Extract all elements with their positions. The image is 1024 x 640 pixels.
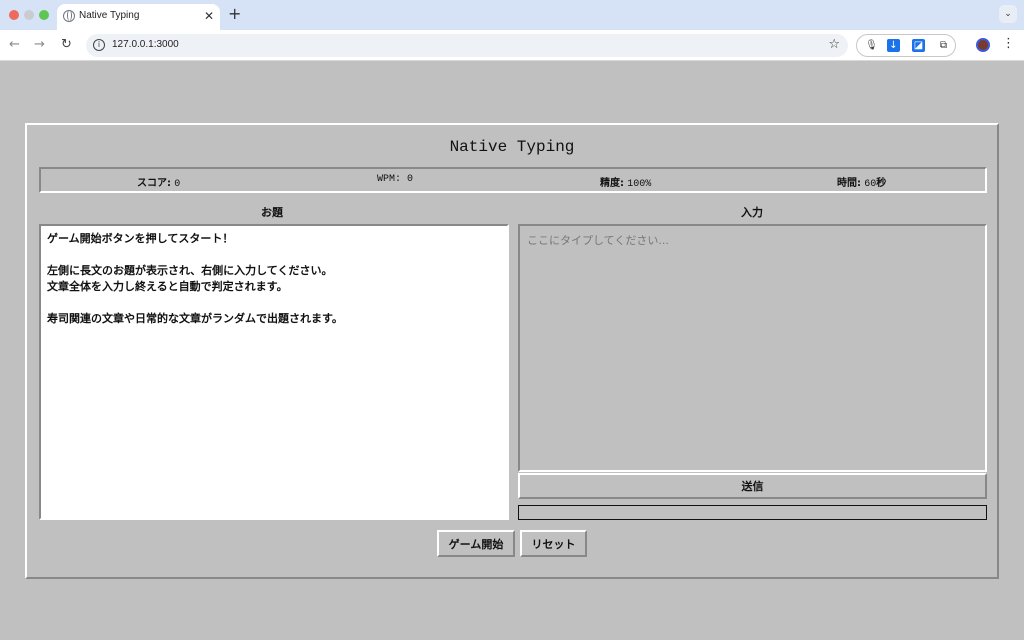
prompt-line [47,247,501,263]
chevron-down-icon[interactable]: ⌄ [999,5,1017,23]
time-unit: 秒 [876,178,887,189]
back-arrow-icon[interactable]: ← [9,37,20,53]
input-heading: 入力 [741,206,763,219]
close-tab-icon[interactable]: ✕ [204,8,214,24]
score-value: 0 [174,179,181,190]
time-stat: 時間: 60秒 [837,174,886,190]
profile-avatar[interactable] [976,38,990,52]
prompt-line: ゲーム開始ボタンを押してスタート！ [47,232,234,245]
prompt-line [47,295,501,311]
typing-app-window: Native Typing スコア: 0 WPM: 0 精度: 100% 時間:… [25,123,999,579]
browser-tab-bar: Native Typing ✕ + ⌄ [0,0,1024,30]
bookmark-star-icon[interactable]: ☆ [828,37,840,53]
app-title: Native Typing [449,138,575,156]
submit-button[interactable]: 送信 [518,473,987,499]
puzzle-icon[interactable]: ⧉ [937,39,950,52]
accuracy-stat: 精度: 100% [600,174,651,190]
accuracy-value: 100% [627,179,652,190]
browser-toolbar: ← → ↻ i 127.0.0.1:3000 ☆ 🎙 ↓ ◪ ⧉ [0,30,1024,61]
reload-icon[interactable]: ↻ [61,37,72,53]
microphone-icon[interactable]: 🎙 [865,39,878,52]
stats-bar: スコア: 0 WPM: 0 精度: 100% 時間: 60秒 [39,167,987,193]
minimize-window-button[interactable] [24,10,34,20]
close-window-button[interactable] [9,10,19,20]
score-label: スコア: [137,178,171,189]
globe-icon [63,10,75,22]
forward-arrow-icon[interactable]: → [34,37,45,53]
screenshot-extension-icon[interactable]: ◪ [912,39,925,52]
prompt-heading: お題 [261,206,283,219]
progress-bar [518,505,987,520]
prompt-line: 文章全体を入力し終えると自動で判定されます。 [47,280,288,293]
prompt-text-box: ゲーム開始ボタンを押してスタート！ 左側に長文のお題が表示され、右側に入力してく… [39,224,509,520]
more-options-icon[interactable]: ⋮ [1002,36,1015,52]
time-label: 時間: [837,178,861,189]
extensions-group: 🎙 ↓ ◪ ⧉ [856,34,956,57]
accuracy-label: 精度: [600,178,624,189]
maximize-window-button[interactable] [39,10,49,20]
new-tab-icon[interactable]: + [228,5,241,23]
url-text[interactable]: 127.0.0.1:3000 [112,39,179,50]
download-extension-icon[interactable]: ↓ [887,39,900,52]
wpm-label: WPM: [377,174,402,185]
reset-button[interactable]: リセット [520,530,587,557]
address-bar[interactable]: i 127.0.0.1:3000 ☆ [86,34,848,57]
time-value: 60 [864,179,877,190]
browser-tab[interactable]: Native Typing ✕ [57,4,220,30]
score-stat: スコア: 0 [137,174,180,190]
tab-title: Native Typing [79,10,140,21]
start-game-button[interactable]: ゲーム開始 [437,530,515,557]
wpm-value: 0 [407,174,414,185]
prompt-line: 左側に長文のお題が表示され、右側に入力してください。 [47,264,333,277]
info-icon[interactable]: i [93,39,105,51]
prompt-line: 寿司関連の文章や日常的な文章がランダムで出題されます。 [47,312,343,325]
typing-input[interactable] [518,224,987,472]
wpm-stat: WPM: 0 [377,174,413,185]
